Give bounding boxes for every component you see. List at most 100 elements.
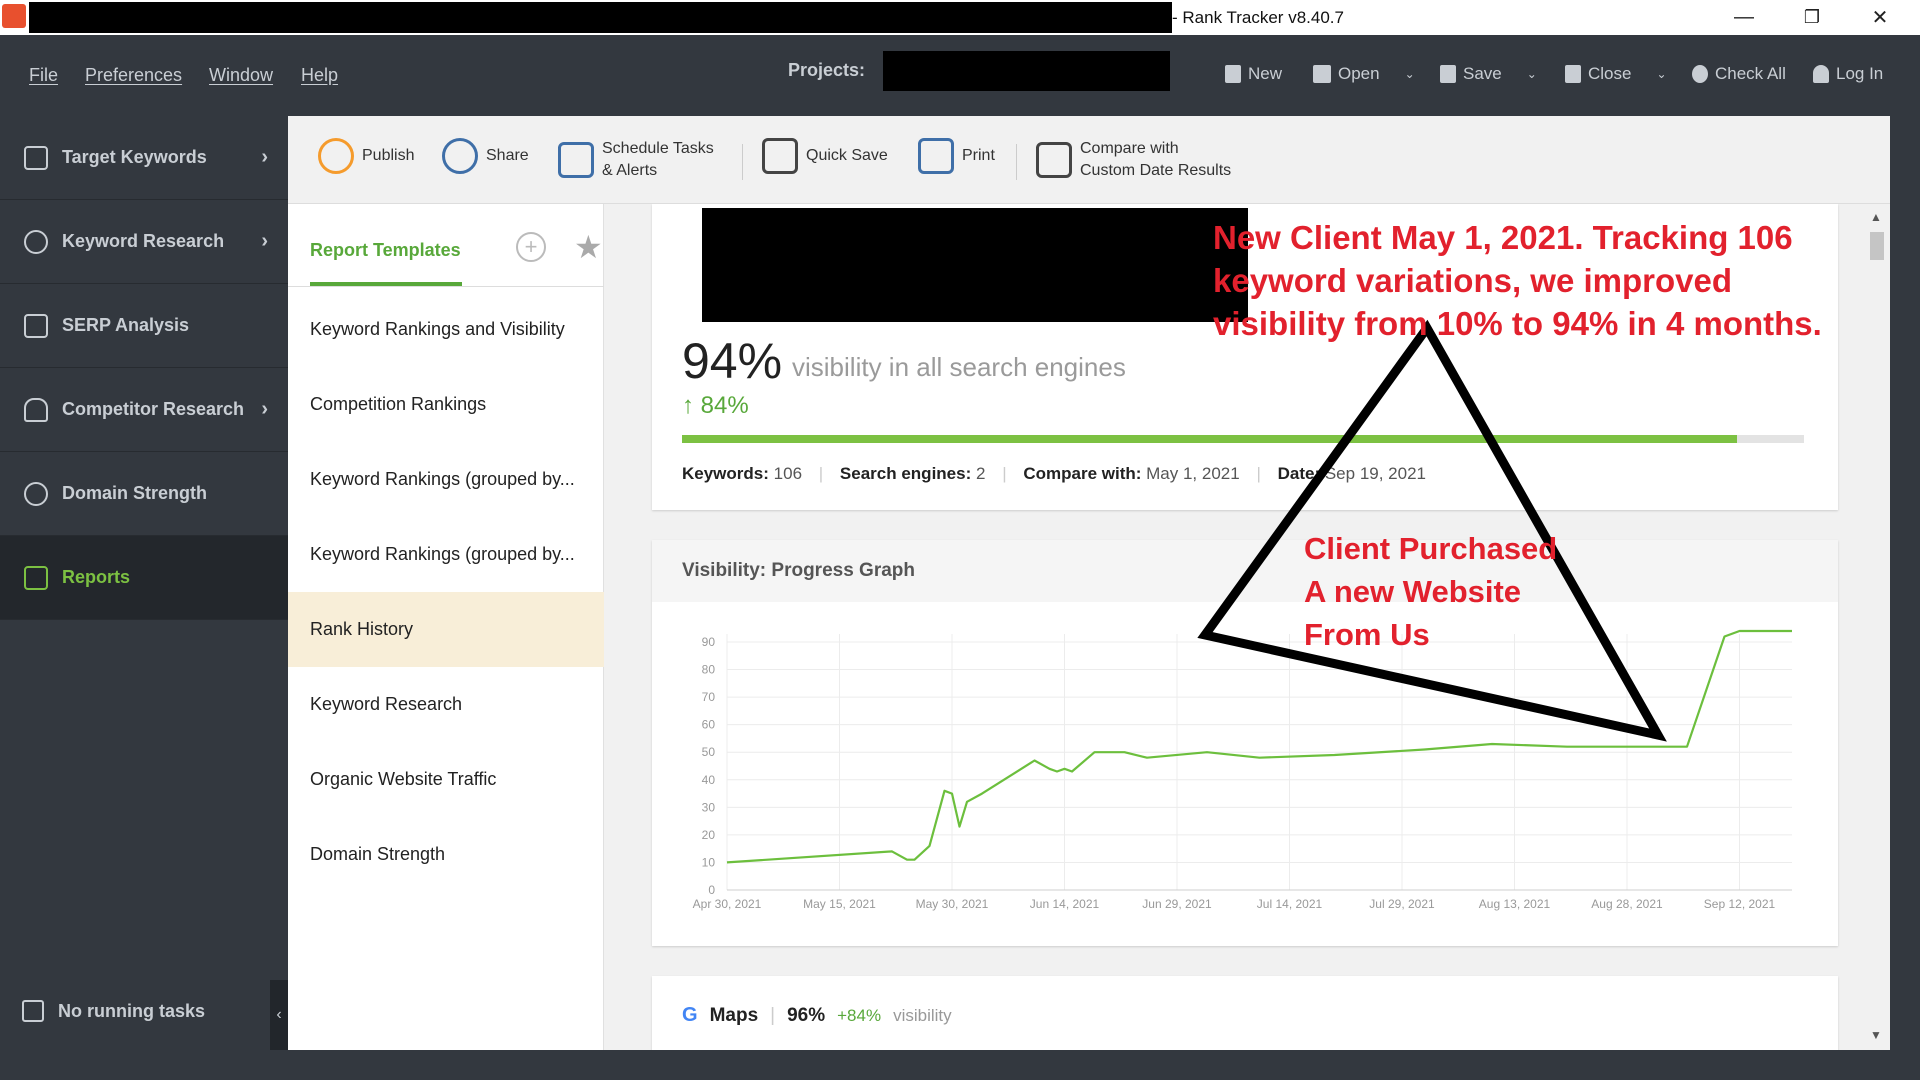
compare-dates-button[interactable]: Compare with Custom Date Results	[1036, 138, 1231, 182]
visibility-progress-fill	[682, 435, 1737, 443]
template-item[interactable]: Keyword Rankings (grouped by...	[288, 442, 604, 517]
y-tick-label: 30	[702, 800, 716, 814]
schedule-tasks-button[interactable]: Schedule Tasks & Alerts	[558, 138, 714, 182]
report-templates-panel: Report Templates + ★ Keyword Rankings an…	[288, 204, 604, 1050]
y-tick-label: 40	[702, 773, 716, 787]
template-item[interactable]: Domain Strength	[288, 817, 604, 892]
printer-icon	[918, 138, 954, 174]
template-item[interactable]: Keyword Research	[288, 667, 604, 742]
add-template-icon[interactable]: +	[516, 232, 546, 262]
chevron-down-icon[interactable]: ⌄	[1405, 67, 1415, 81]
maps-desc: visibility	[893, 1005, 952, 1025]
x-tick-label: Sep 12, 2021	[1704, 897, 1776, 911]
menu-window[interactable]: Window	[209, 65, 273, 86]
restore-button[interactable]: ❐	[1782, 0, 1842, 35]
y-tick-label: 20	[702, 828, 716, 842]
template-item[interactable]: Competition Rankings	[288, 367, 604, 442]
publish-button[interactable]: Publish	[318, 138, 414, 174]
share-button[interactable]: Share	[442, 138, 529, 174]
chevron-right-icon: ›	[261, 146, 268, 168]
sidebar-item-reports[interactable]: Reports	[0, 536, 288, 620]
trend-chart-icon	[24, 145, 48, 170]
maps-label: Maps	[709, 1004, 759, 1026]
menu-help[interactable]: Help	[301, 65, 338, 86]
x-tick-label: May 30, 2021	[916, 897, 989, 911]
tab-report-templates[interactable]: Report Templates	[310, 240, 461, 261]
menu-file[interactable]: File	[29, 65, 58, 86]
print-button[interactable]: Print	[918, 138, 995, 174]
chevron-down-icon[interactable]: ⌄	[1527, 67, 1537, 81]
sidebar-item-keyword-research[interactable]: Keyword Research ›	[0, 200, 288, 284]
visibility-percent: 94%	[682, 333, 783, 389]
check-all-button[interactable]: Check All	[1692, 64, 1786, 84]
y-tick-label: 60	[702, 718, 716, 732]
chevron-right-icon: ›	[261, 398, 268, 420]
star-icon[interactable]: ★	[574, 228, 603, 266]
save-button[interactable]: Save ⌄	[1440, 64, 1537, 84]
redacted-title-block	[29, 2, 1172, 33]
collapse-sidebar-button[interactable]: ‹	[270, 980, 288, 1050]
x-tick-label: Apr 30, 2021	[693, 897, 762, 911]
report-icon	[24, 565, 48, 590]
scroll-down-icon[interactable]: ▼	[1870, 1028, 1882, 1042]
x-tick-label: Jun 14, 2021	[1030, 897, 1100, 911]
summary-stats: Keywords: 106 | Search engines: 2 | Comp…	[682, 464, 1426, 483]
open-button[interactable]: Open ⌄	[1313, 64, 1415, 84]
template-item-selected[interactable]: Rank History	[288, 592, 604, 667]
new-button[interactable]: New	[1225, 64, 1282, 84]
window-title: - Rank Tracker v8.40.7	[1172, 8, 1344, 27]
x-tick-label: Aug 28, 2021	[1591, 897, 1663, 911]
chevron-right-icon: ›	[261, 230, 268, 252]
refresh-icon	[1692, 65, 1708, 83]
toolbar-divider	[1016, 144, 1017, 180]
template-item[interactable]: Organic Website Traffic	[288, 742, 604, 817]
projects-label: Projects:	[788, 60, 866, 80]
report-toolbar: Publish Share Schedule Tasks & Alerts Qu…	[288, 116, 1890, 204]
save-icon	[1440, 65, 1456, 83]
redacted-logo-block	[702, 208, 1248, 322]
template-item[interactable]: Keyword Rankings and Visibility	[288, 292, 604, 367]
y-tick-label: 10	[702, 855, 716, 869]
chevron-down-icon[interactable]: ⌄	[1656, 67, 1666, 81]
visibility-change: ↑ 84%	[682, 392, 749, 419]
google-logo: G	[682, 1004, 698, 1026]
close-project-button[interactable]: Close ⌄	[1565, 64, 1667, 84]
toolbar-divider	[742, 144, 743, 180]
person-icon	[24, 397, 48, 422]
y-tick-label: 70	[702, 690, 716, 704]
close-box-icon	[1565, 65, 1581, 83]
x-tick-label: Jul 14, 2021	[1257, 897, 1323, 911]
template-item[interactable]: Keyword Rankings (grouped by...	[288, 517, 604, 592]
title-bar: - Rank Tracker v8.40.7 — ❐ ✕	[0, 0, 1920, 35]
share-icon	[442, 138, 478, 174]
calendar-icon	[558, 142, 594, 178]
status-bar	[0, 1050, 1920, 1080]
close-window-button[interactable]: ✕	[1850, 0, 1910, 35]
y-tick-label: 0	[708, 883, 715, 897]
search-icon	[24, 229, 48, 254]
running-tasks-status[interactable]: No running tasks	[22, 1000, 205, 1022]
window-edge	[1890, 116, 1920, 1050]
maps-row: G Maps | 96% +84% visibility	[682, 1004, 952, 1026]
annotation-callout: Client Purchased A new Website From Us	[1304, 531, 1558, 652]
sidebar-item-domain-strength[interactable]: Domain Strength	[0, 452, 288, 536]
visibility-description: visibility in all search engines	[792, 352, 1126, 382]
folder-icon	[1313, 65, 1331, 83]
sidebar-item-serp-analysis[interactable]: SERP Analysis	[0, 284, 288, 368]
sidebar-item-competitor-research[interactable]: Competitor Research ›	[0, 368, 288, 452]
annotation-headline: New Client May 1, 2021. Tracking 106 key…	[1213, 219, 1822, 342]
x-tick-label: Jun 29, 2021	[1142, 897, 1212, 911]
log-in-button[interactable]: Log In	[1813, 64, 1883, 84]
menu-preferences[interactable]: Preferences	[85, 65, 182, 86]
x-tick-label: May 15, 2021	[803, 897, 876, 911]
tasks-icon	[22, 1000, 44, 1022]
save-icon	[762, 138, 798, 174]
sidebar-item-target-keywords[interactable]: Target Keywords ›	[0, 116, 288, 200]
minimize-button[interactable]: —	[1714, 0, 1774, 35]
quick-save-button[interactable]: Quick Save	[762, 138, 888, 174]
projects-select[interactable]	[883, 51, 1170, 91]
visibility-progress-bar	[682, 435, 1804, 443]
compare-arrows-icon	[1036, 142, 1072, 178]
maps-visibility: 96%	[787, 1004, 826, 1026]
x-tick-label: Aug 13, 2021	[1479, 897, 1551, 911]
